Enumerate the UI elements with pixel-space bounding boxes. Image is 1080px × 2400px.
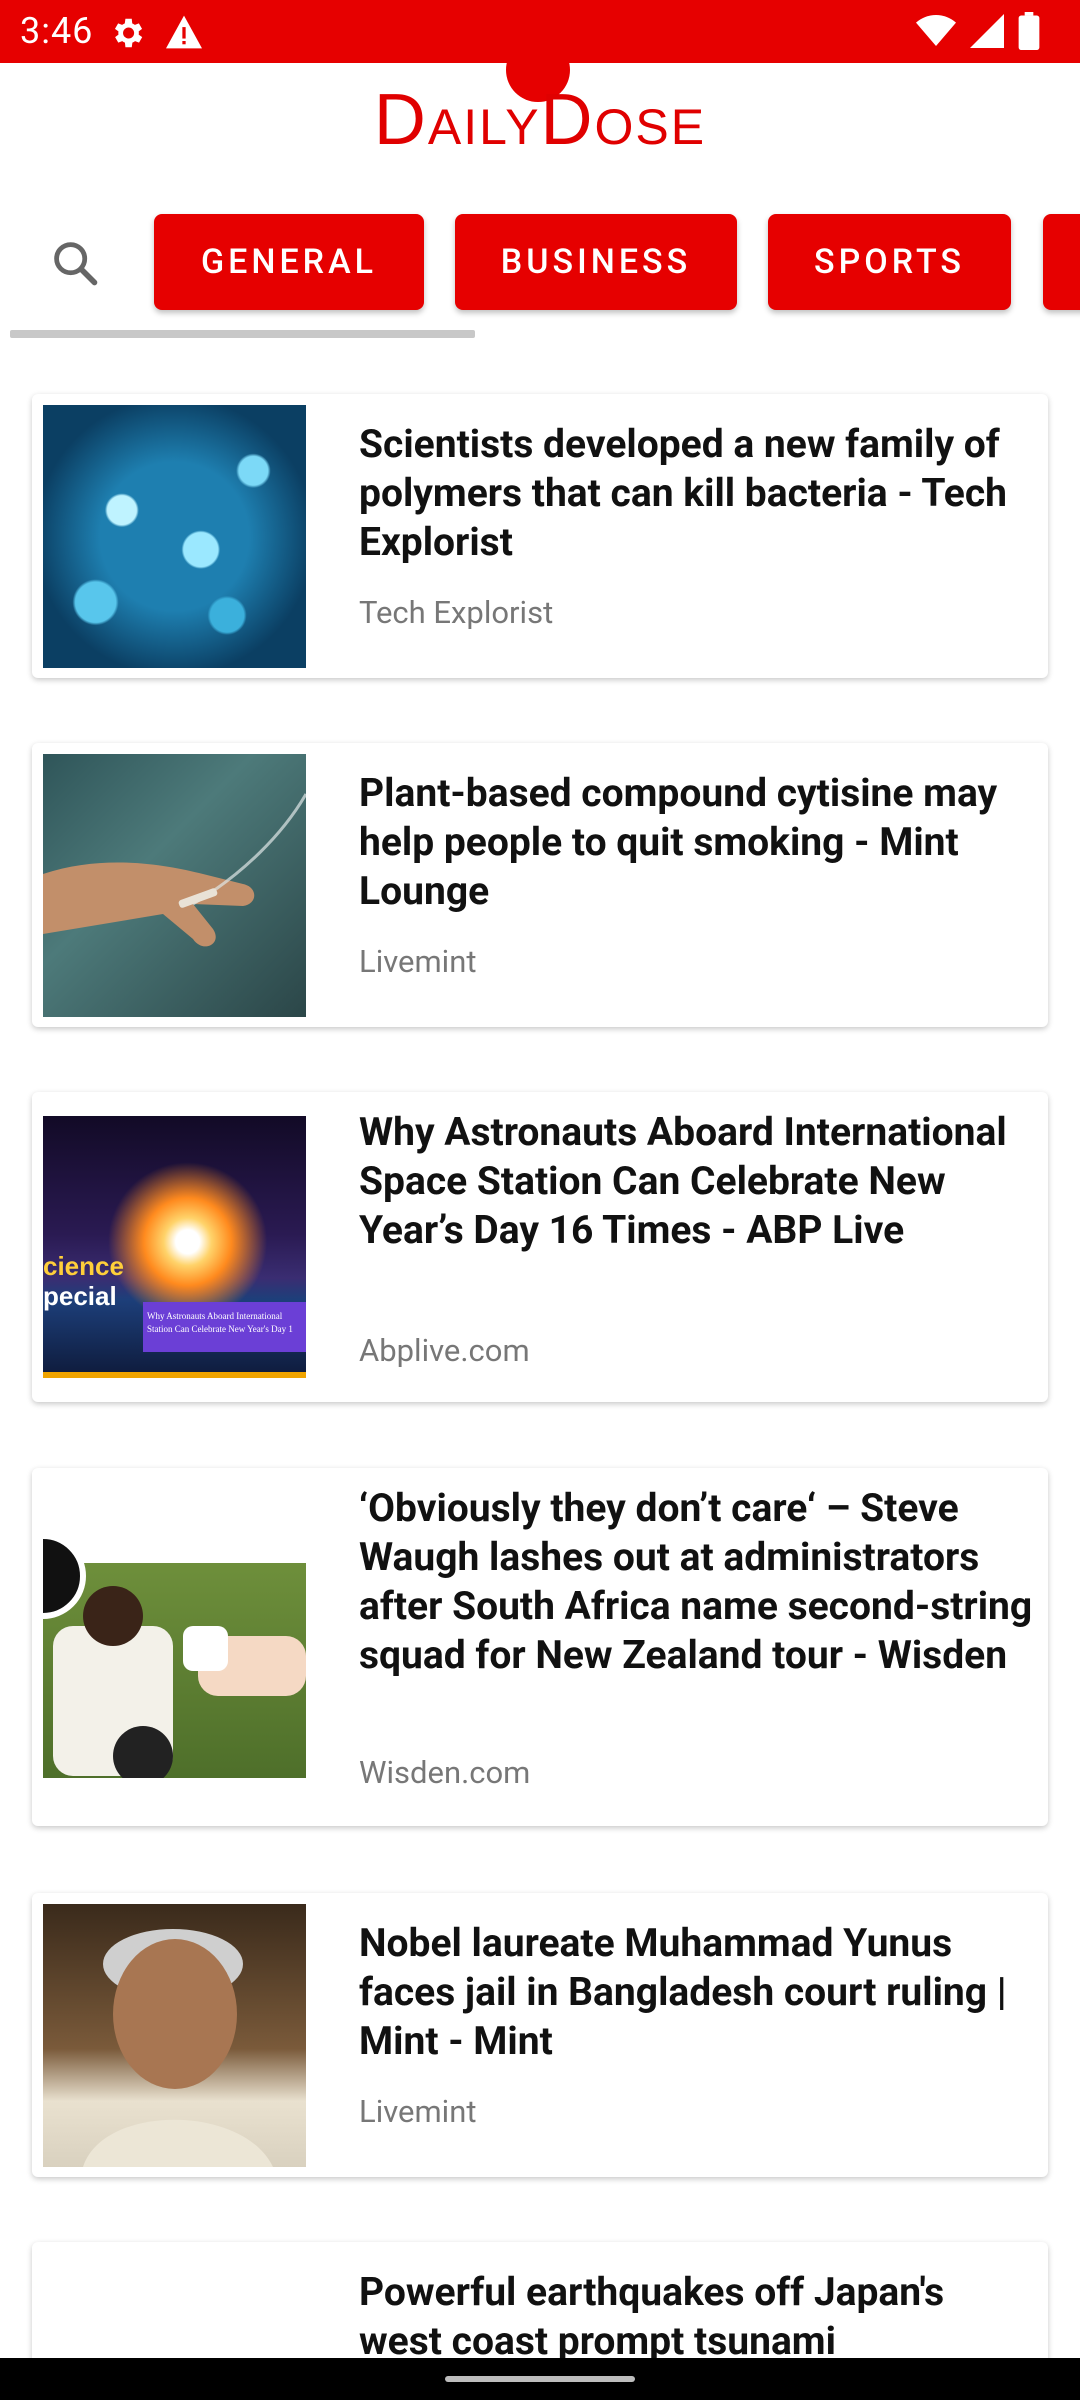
thumb-caption-box: Why Astronauts Aboard International Stat… (143, 1302, 306, 1352)
article-card[interactable]: ‘Obviously they don’t care‘ – Steve Waug… (32, 1468, 1048, 1826)
thumb-caption-text: Why Astronauts Aboard International (147, 1311, 283, 1321)
category-bar: GENERAL BUSINESS SPORTS (0, 210, 1080, 310)
portrait-illustration (83, 1929, 273, 2167)
status-right-icons (916, 12, 1040, 50)
search-button[interactable] (40, 228, 110, 298)
article-headline: Why Astronauts Aboard International Spac… (359, 1109, 1007, 1253)
article-headline: ‘Obviously they don’t care‘ – Steve Waug… (359, 1485, 1033, 1678)
category-general[interactable]: GENERAL (154, 214, 424, 310)
home-gesture-handle[interactable] (445, 2376, 635, 2382)
article-source: Livemint (359, 943, 477, 980)
status-time: 3:46 (20, 10, 94, 52)
thumb-bottom-stripe (43, 1372, 306, 1378)
category-scroll-indicator (10, 330, 475, 338)
article-card[interactable]: Nobel laureate Muhammad Yunus faces jail… (32, 1893, 1048, 2177)
battery-icon (1018, 12, 1040, 50)
warning-icon (166, 15, 202, 49)
system-nav-bar (0, 2358, 1080, 2400)
category-business[interactable]: BUSINESS (455, 214, 737, 310)
wifi-icon (916, 15, 956, 46)
article-card[interactable]: Scientists developed a new family of pol… (32, 394, 1048, 678)
article-source: Tech Explorist (359, 594, 554, 631)
article-thumbnail (43, 754, 306, 1017)
article-headline: Scientists developed a new family of pol… (359, 421, 1008, 565)
category-next-partial[interactable] (1043, 214, 1080, 310)
article-source: Livemint (359, 2093, 477, 2130)
thumb-overlay-text: pecial (43, 1281, 117, 1311)
article-thumbnail: cience pecial Why Astronauts Aboard Inte… (43, 1116, 306, 1378)
category-sports[interactable]: SPORTS (768, 214, 1011, 310)
article-headline: Powerful earthquakes off Japan's west co… (359, 2269, 945, 2364)
article-thumbnail (43, 405, 306, 668)
article-thumbnail (43, 1904, 306, 2167)
thumb-overlay-text: cience (43, 1251, 124, 1281)
article-headline: Nobel laureate Muhammad Yunus faces jail… (359, 1920, 1007, 2064)
article-headline: Plant-based compound cytisine may help p… (359, 770, 998, 914)
cell-signal-icon (970, 14, 1004, 48)
gear-icon (114, 18, 143, 48)
article-source: Wisden.com (359, 1754, 531, 1791)
search-icon (54, 242, 98, 286)
hand-illustration (43, 793, 306, 947)
article-source: Abplive.com (359, 1332, 530, 1369)
app-title: DailyDose (373, 80, 707, 160)
screen: 3:46 DailyDose GENERAL BUSINESS SPORTS S… (0, 0, 1080, 2400)
cricket-illustration (43, 1533, 306, 1778)
article-thumbnail (43, 1516, 306, 1778)
article-card[interactable]: Plant-based compound cytisine may help p… (32, 743, 1048, 1027)
thumb-caption-text: Station Can Celebrate New Year's Day 1 (147, 1324, 293, 1334)
article-card[interactable]: cience pecial Why Astronauts Aboard Inte… (32, 1092, 1048, 1402)
